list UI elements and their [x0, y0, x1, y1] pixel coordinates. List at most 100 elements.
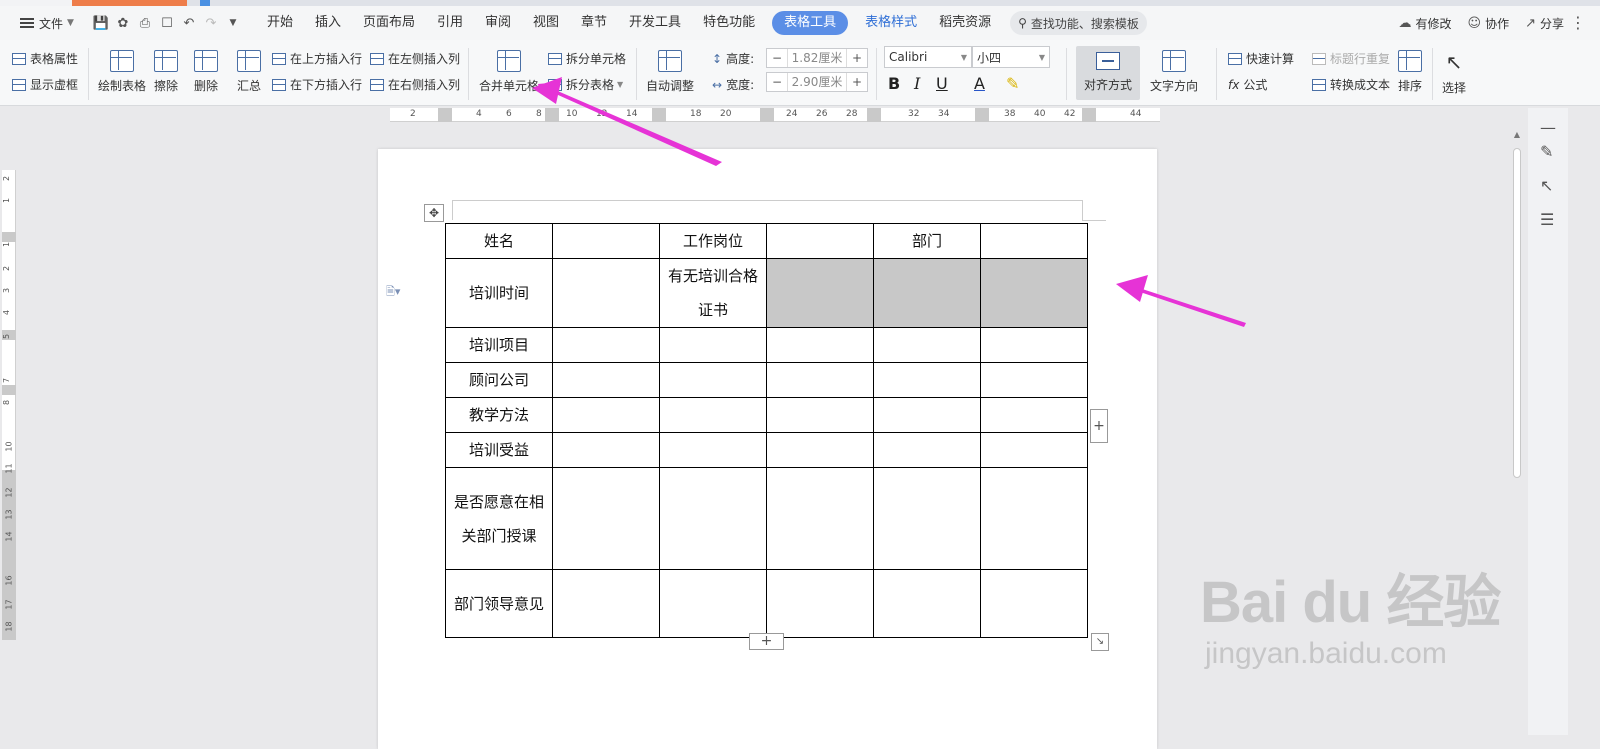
print-preview-icon[interactable]: ☐: [156, 12, 178, 34]
align-button[interactable]: 对齐方式: [1076, 46, 1140, 100]
more-icon[interactable]: ⋮: [1570, 6, 1586, 40]
table-cell[interactable]: [659, 362, 767, 398]
table-cell[interactable]: [766, 467, 874, 570]
table-cell[interactable]: [552, 223, 660, 259]
share-button[interactable]: ↗ 分享: [1525, 15, 1564, 32]
menu-references[interactable]: 引用: [426, 11, 474, 35]
font-name-select[interactable]: Calibri ▼: [884, 46, 972, 68]
vertical-ruler[interactable]: 2 1 1 2 3 4 5 7 8 10 11 12 13 14 16 17 1…: [2, 170, 16, 640]
add-row-button[interactable]: +: [749, 633, 784, 650]
menu-view[interactable]: 视图: [522, 11, 570, 35]
changes-button[interactable]: ☁ 有修改: [1398, 15, 1451, 32]
table-cell[interactable]: [873, 467, 981, 570]
table-cell[interactable]: 工作岗位: [659, 223, 767, 259]
table-cell[interactable]: [766, 432, 874, 468]
increase-height-button[interactable]: +: [847, 51, 867, 65]
table-cell[interactable]: [766, 362, 874, 398]
table-cell[interactable]: [552, 467, 660, 570]
menu-developer[interactable]: 开发工具: [618, 11, 692, 35]
table-cell[interactable]: [552, 397, 660, 433]
split-cells-button[interactable]: 拆分单元格: [548, 50, 626, 67]
selected-cell[interactable]: [873, 258, 981, 328]
table-cell[interactable]: [980, 569, 1088, 638]
format-painter-icon[interactable]: ✿: [112, 12, 134, 34]
summary-button[interactable]: 汇总: [237, 50, 261, 94]
menu-insert[interactable]: 插入: [304, 11, 352, 35]
table-cell[interactable]: [766, 223, 874, 259]
print-icon[interactable]: ⎙: [134, 12, 156, 34]
undo-icon[interactable]: ↶: [178, 12, 200, 34]
selected-cell[interactable]: [980, 258, 1088, 328]
font-color-icon[interactable]: A: [974, 74, 985, 93]
erase-button[interactable]: 擦除: [154, 50, 178, 94]
table-cell[interactable]: [659, 569, 767, 638]
table-cell[interactable]: [766, 327, 874, 363]
insert-above-button[interactable]: 在上方插入行: [272, 50, 362, 67]
save-icon[interactable]: 💾: [90, 12, 112, 34]
selected-cell[interactable]: [766, 258, 874, 328]
sort-button[interactable]: 排序: [1398, 50, 1422, 94]
menu-table-style[interactable]: 表格样式: [854, 11, 928, 35]
table-cell[interactable]: [659, 397, 767, 433]
draw-table-button[interactable]: 绘制表格: [98, 50, 146, 94]
table-cell[interactable]: [659, 327, 767, 363]
document-icon[interactable]: 🗎▾: [386, 283, 400, 302]
collab-button[interactable]: ☺ 协作: [1468, 15, 1510, 32]
table-cell[interactable]: [766, 569, 874, 638]
table-cell[interactable]: 部门领导意见: [445, 569, 553, 638]
height-spinner[interactable]: − 1.82厘米 +: [766, 48, 868, 68]
height-value[interactable]: 1.82厘米: [787, 49, 847, 67]
table-cell[interactable]: [552, 327, 660, 363]
table-cell[interactable]: [552, 258, 660, 328]
training-form-table[interactable]: 姓名 工作岗位 部门 培训时间 有无培训合格证书 培训项目 顾问公司 教学方法: [445, 223, 1088, 638]
header-repeat-button[interactable]: 标题行重复: [1312, 50, 1390, 67]
table-cell[interactable]: [659, 467, 767, 570]
select-cursor-icon[interactable]: ↖: [1540, 176, 1553, 195]
horizontal-ruler[interactable]: 2 4 6 8 10 12 14 18 20 24 26 28 32 34 38…: [390, 108, 1160, 122]
quick-calc-button[interactable]: 快速计算: [1228, 50, 1294, 67]
delete-button[interactable]: 删除: [194, 50, 218, 94]
table-cell[interactable]: [552, 432, 660, 468]
menu-review[interactable]: 审阅: [474, 11, 522, 35]
width-spinner[interactable]: − 2.90厘米 +: [766, 72, 868, 92]
table-cell[interactable]: 培训时间: [445, 258, 553, 328]
table-cell[interactable]: [873, 397, 981, 433]
menu-table-tools[interactable]: 表格工具: [772, 11, 849, 35]
table-cell[interactable]: [873, 362, 981, 398]
edit-pen-icon[interactable]: ✎: [1540, 142, 1553, 161]
split-table-button[interactable]: 拆分表格 ▼: [548, 76, 623, 93]
table-cell[interactable]: [873, 569, 981, 638]
scroll-thumb[interactable]: [1513, 148, 1521, 478]
insert-below-button[interactable]: 在下方插入行: [272, 76, 362, 93]
merge-cells-button[interactable]: 合并单元格: [479, 50, 539, 94]
width-value[interactable]: 2.90厘米: [787, 73, 847, 91]
table-cell[interactable]: [552, 362, 660, 398]
table-cell[interactable]: [980, 432, 1088, 468]
table-cell[interactable]: 部门: [873, 223, 981, 259]
table-cell[interactable]: 是否愿意在相关部门授课: [445, 467, 553, 570]
menu-home[interactable]: 开始: [256, 11, 304, 35]
table-cell[interactable]: [873, 327, 981, 363]
table-props-button[interactable]: 表格属性: [12, 50, 78, 67]
collapse-icon[interactable]: —: [1540, 118, 1556, 137]
select-button[interactable]: ↖ 选择: [1442, 50, 1466, 96]
increase-width-button[interactable]: +: [847, 75, 867, 89]
add-column-button[interactable]: +: [1090, 409, 1108, 443]
text-direction-button[interactable]: 文字方向: [1150, 50, 1198, 94]
table-cell[interactable]: [980, 397, 1088, 433]
scroll-up-icon[interactable]: ▲: [1512, 130, 1522, 140]
menu-section[interactable]: 章节: [570, 11, 618, 35]
table-cell[interactable]: 有无培训合格证书: [659, 258, 767, 328]
table-cell[interactable]: [980, 223, 1088, 259]
insert-left-button[interactable]: 在左侧插入列: [370, 50, 460, 67]
menu-features[interactable]: 特色功能: [692, 11, 766, 35]
customize-icon[interactable]: ▼: [222, 12, 244, 34]
file-menu-button[interactable]: 文件 ▼: [14, 10, 80, 36]
table-cell[interactable]: 顾问公司: [445, 362, 553, 398]
font-size-select[interactable]: 小四 ▼: [972, 46, 1050, 68]
italic-icon[interactable]: I: [914, 74, 920, 93]
redo-icon[interactable]: ↷: [200, 12, 222, 34]
table-cell[interactable]: 培训项目: [445, 327, 553, 363]
table-cell[interactable]: [873, 432, 981, 468]
bold-icon[interactable]: B: [888, 74, 900, 93]
